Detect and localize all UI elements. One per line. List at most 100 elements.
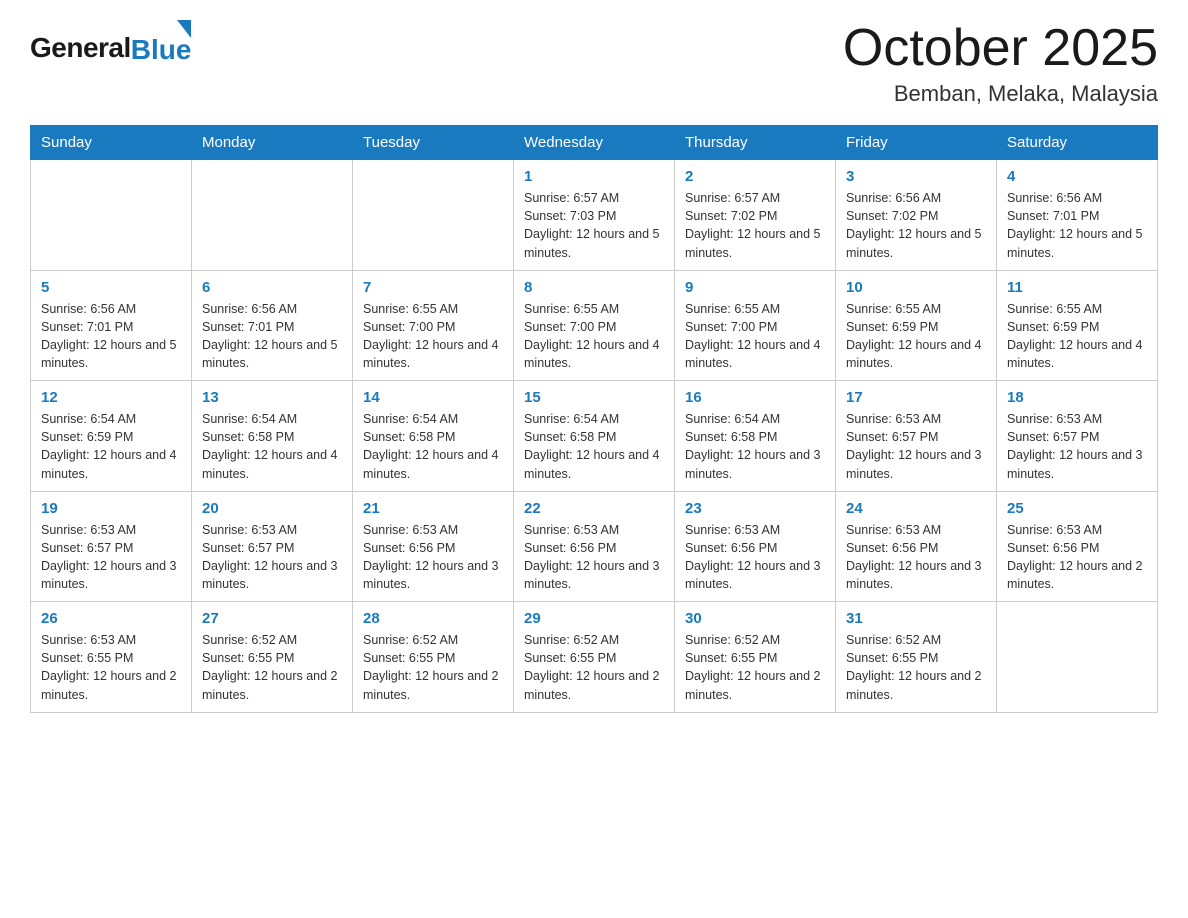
- day-info: Sunrise: 6:52 AM Sunset: 6:55 PM Dayligh…: [202, 631, 342, 704]
- day-number: 30: [685, 610, 825, 627]
- weekday-header-saturday: Saturday: [997, 126, 1158, 160]
- day-info: Sunrise: 6:54 AM Sunset: 6:58 PM Dayligh…: [685, 410, 825, 483]
- day-number: 31: [846, 610, 986, 627]
- weekday-header-thursday: Thursday: [675, 126, 836, 160]
- day-info: Sunrise: 6:52 AM Sunset: 6:55 PM Dayligh…: [685, 631, 825, 704]
- day-number: 13: [202, 389, 342, 406]
- day-cell: 29 Sunrise: 6:52 AM Sunset: 6:55 PM Dayli…: [514, 602, 675, 713]
- day-number: 4: [1007, 168, 1147, 185]
- day-info: Sunrise: 6:53 AM Sunset: 6:56 PM Dayligh…: [846, 521, 986, 594]
- day-cell: 24Sunrise: 6:53 AM Sunset: 6:56 PM Dayli…: [836, 491, 997, 602]
- title-block: October 2025 Bemban, Melaka, Malaysia: [843, 20, 1158, 107]
- day-info: Sunrise: 6:57 AM Sunset: 7:03 PM Dayligh…: [524, 189, 664, 262]
- day-info: Sunrise: 6:53 AM Sunset: 6:57 PM Dayligh…: [202, 521, 342, 594]
- week-row-2: 5 Sunrise: 6:56 AM Sunset: 7:01 PM Daylig…: [31, 270, 1158, 381]
- day-number: 19: [41, 500, 181, 517]
- day-info: Sunrise: 6:53 AM Sunset: 6:57 PM Dayligh…: [846, 410, 986, 483]
- day-number: 2: [685, 168, 825, 185]
- day-cell: 21 Sunrise: 6:53 AM Sunset: 6:56 PM Dayli…: [353, 491, 514, 602]
- calendar-table: SundayMondayTuesdayWednesdayThursdayFrid…: [30, 125, 1158, 713]
- day-info: Sunrise: 6:54 AM Sunset: 6:58 PM Dayligh…: [202, 410, 342, 483]
- day-number: 15: [524, 389, 664, 406]
- day-cell: [997, 602, 1158, 713]
- day-cell: 18Sunrise: 6:53 AM Sunset: 6:57 PM Dayli…: [997, 381, 1158, 492]
- day-number: 11: [1007, 279, 1147, 296]
- day-cell: 31 Sunrise: 6:52 AM Sunset: 6:55 PM Dayli…: [836, 602, 997, 713]
- day-cell: 23Sunrise: 6:53 AM Sunset: 6:56 PM Dayli…: [675, 491, 836, 602]
- week-row-4: 19 Sunrise: 6:53 AM Sunset: 6:57 PM Dayli…: [31, 491, 1158, 602]
- day-cell: 28Sunrise: 6:52 AM Sunset: 6:55 PM Dayli…: [353, 602, 514, 713]
- day-number: 5: [41, 279, 181, 296]
- day-info: Sunrise: 6:53 AM Sunset: 6:57 PM Dayligh…: [41, 521, 181, 594]
- day-info: Sunrise: 6:55 AM Sunset: 7:00 PM Dayligh…: [524, 300, 664, 373]
- day-cell: 13 Sunrise: 6:54 AM Sunset: 6:58 PM Dayli…: [192, 381, 353, 492]
- day-number: 14: [363, 389, 503, 406]
- day-info: Sunrise: 6:53 AM Sunset: 6:56 PM Dayligh…: [363, 521, 503, 594]
- day-info: Sunrise: 6:55 AM Sunset: 6:59 PM Dayligh…: [846, 300, 986, 373]
- day-info: Sunrise: 6:56 AM Sunset: 7:01 PM Dayligh…: [202, 300, 342, 373]
- day-number: 8: [524, 279, 664, 296]
- day-cell: 10 Sunrise: 6:55 AM Sunset: 6:59 PM Dayli…: [836, 270, 997, 381]
- day-info: Sunrise: 6:54 AM Sunset: 6:58 PM Dayligh…: [363, 410, 503, 483]
- day-number: 3: [846, 168, 986, 185]
- day-number: 21: [363, 500, 503, 517]
- logo-blue-text: Blue: [131, 36, 192, 64]
- day-cell: 6Sunrise: 6:56 AM Sunset: 7:01 PM Daylig…: [192, 270, 353, 381]
- day-cell: 5 Sunrise: 6:56 AM Sunset: 7:01 PM Daylig…: [31, 270, 192, 381]
- day-cell: 25 Sunrise: 6:53 AM Sunset: 6:56 PM Dayli…: [997, 491, 1158, 602]
- location-text: Bemban, Melaka, Malaysia: [843, 81, 1158, 107]
- day-cell: 17 Sunrise: 6:53 AM Sunset: 6:57 PM Dayli…: [836, 381, 997, 492]
- weekday-header-sunday: Sunday: [31, 126, 192, 160]
- day-cell: 22 Sunrise: 6:53 AM Sunset: 6:56 PM Dayli…: [514, 491, 675, 602]
- week-row-1: 1Sunrise: 6:57 AM Sunset: 7:03 PM Daylig…: [31, 160, 1158, 271]
- logo-blue-part: Blue: [131, 20, 192, 64]
- day-cell: 8 Sunrise: 6:55 AM Sunset: 7:00 PM Daylig…: [514, 270, 675, 381]
- weekday-header-friday: Friday: [836, 126, 997, 160]
- day-info: Sunrise: 6:55 AM Sunset: 6:59 PM Dayligh…: [1007, 300, 1147, 373]
- day-info: Sunrise: 6:53 AM Sunset: 6:56 PM Dayligh…: [685, 521, 825, 594]
- day-info: Sunrise: 6:53 AM Sunset: 6:56 PM Dayligh…: [524, 521, 664, 594]
- day-cell: 19 Sunrise: 6:53 AM Sunset: 6:57 PM Dayli…: [31, 491, 192, 602]
- day-cell: 12 Sunrise: 6:54 AM Sunset: 6:59 PM Dayli…: [31, 381, 192, 492]
- day-info: Sunrise: 6:56 AM Sunset: 7:01 PM Dayligh…: [41, 300, 181, 373]
- day-info: Sunrise: 6:54 AM Sunset: 6:58 PM Dayligh…: [524, 410, 664, 483]
- day-number: 22: [524, 500, 664, 517]
- day-info: Sunrise: 6:55 AM Sunset: 7:00 PM Dayligh…: [363, 300, 503, 373]
- day-cell: 2 Sunrise: 6:57 AM Sunset: 7:02 PM Daylig…: [675, 160, 836, 271]
- day-cell: [192, 160, 353, 271]
- day-info: Sunrise: 6:53 AM Sunset: 6:55 PM Dayligh…: [41, 631, 181, 704]
- day-number: 27: [202, 610, 342, 627]
- day-cell: 9Sunrise: 6:55 AM Sunset: 7:00 PM Daylig…: [675, 270, 836, 381]
- day-cell: 15 Sunrise: 6:54 AM Sunset: 6:58 PM Dayli…: [514, 381, 675, 492]
- day-number: 16: [685, 389, 825, 406]
- day-number: 29: [524, 610, 664, 627]
- weekday-header-wednesday: Wednesday: [514, 126, 675, 160]
- week-row-3: 12 Sunrise: 6:54 AM Sunset: 6:59 PM Dayli…: [31, 381, 1158, 492]
- day-number: 26: [41, 610, 181, 627]
- day-info: Sunrise: 6:54 AM Sunset: 6:59 PM Dayligh…: [41, 410, 181, 483]
- day-info: Sunrise: 6:52 AM Sunset: 6:55 PM Dayligh…: [846, 631, 986, 704]
- day-info: Sunrise: 6:57 AM Sunset: 7:02 PM Dayligh…: [685, 189, 825, 262]
- day-number: 18: [1007, 389, 1147, 406]
- day-cell: [31, 160, 192, 271]
- day-cell: 11 Sunrise: 6:55 AM Sunset: 6:59 PM Dayli…: [997, 270, 1158, 381]
- day-number: 25: [1007, 500, 1147, 517]
- day-number: 17: [846, 389, 986, 406]
- day-cell: 1Sunrise: 6:57 AM Sunset: 7:03 PM Daylig…: [514, 160, 675, 271]
- logo: General Blue: [30, 20, 191, 64]
- day-info: Sunrise: 6:52 AM Sunset: 6:55 PM Dayligh…: [363, 631, 503, 704]
- day-info: Sunrise: 6:52 AM Sunset: 6:55 PM Dayligh…: [524, 631, 664, 704]
- day-cell: 7 Sunrise: 6:55 AM Sunset: 7:00 PM Daylig…: [353, 270, 514, 381]
- day-cell: 14 Sunrise: 6:54 AM Sunset: 6:58 PM Dayli…: [353, 381, 514, 492]
- day-number: 20: [202, 500, 342, 517]
- weekday-header-tuesday: Tuesday: [353, 126, 514, 160]
- day-number: 9: [685, 279, 825, 296]
- day-cell: 26 Sunrise: 6:53 AM Sunset: 6:55 PM Dayli…: [31, 602, 192, 713]
- logo-general-text: General: [30, 32, 131, 64]
- day-info: Sunrise: 6:53 AM Sunset: 6:56 PM Dayligh…: [1007, 521, 1147, 594]
- day-number: 12: [41, 389, 181, 406]
- day-number: 10: [846, 279, 986, 296]
- day-cell: 30 Sunrise: 6:52 AM Sunset: 6:55 PM Dayli…: [675, 602, 836, 713]
- day-cell: 16 Sunrise: 6:54 AM Sunset: 6:58 PM Dayli…: [675, 381, 836, 492]
- day-number: 7: [363, 279, 503, 296]
